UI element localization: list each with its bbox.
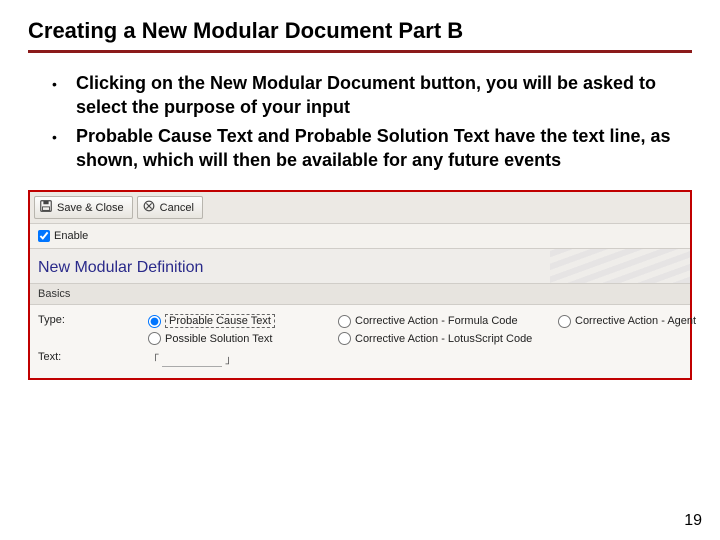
bullet-text: Clicking on the New Modular Document but… <box>76 71 682 120</box>
radio-label: Probable Cause Text <box>165 314 275 328</box>
cancel-label: Cancel <box>160 202 194 214</box>
bullet-item: • Probable Cause Text and Probable Solut… <box>52 124 682 173</box>
enable-row: Enable <box>30 224 690 249</box>
bullet-list: • Clicking on the New Modular Document b… <box>52 71 682 172</box>
radio-input[interactable] <box>338 332 351 345</box>
radio-input[interactable] <box>338 315 351 328</box>
form-area: Type: Probable Cause Text Corrective Act… <box>30 305 690 378</box>
cancel-icon <box>142 199 156 216</box>
text-label: Text: <box>38 351 148 363</box>
type-label: Type: <box>38 314 148 326</box>
radio-empty-cell <box>558 332 720 345</box>
radio-label: Corrective Action - Formula Code <box>355 315 518 327</box>
radio-corrective-agent[interactable]: Corrective Action - Agent <box>558 314 720 328</box>
bullet-text: Probable Cause Text and Probable Solutio… <box>76 124 682 173</box>
radio-input[interactable] <box>148 332 161 345</box>
type-row: Type: Probable Cause Text Corrective Act… <box>38 311 682 348</box>
radio-corrective-lotus[interactable]: Corrective Action - LotusScript Code <box>338 332 558 345</box>
slide-title: Creating a New Modular Document Part B <box>28 18 692 44</box>
section-header: New Modular Definition <box>30 249 690 284</box>
bullet-marker: • <box>52 71 76 120</box>
radio-label: Corrective Action - LotusScript Code <box>355 333 532 345</box>
text-field-wrap: 「 」 <box>148 351 236 367</box>
screenshot-panel: Save & Close Cancel Enable New Modular D… <box>28 190 692 380</box>
radio-input[interactable] <box>148 315 161 328</box>
save-close-label: Save & Close <box>57 202 124 214</box>
bullet-item: • Clicking on the New Modular Document b… <box>52 71 682 120</box>
enable-checkbox[interactable] <box>38 230 50 242</box>
radio-possible-solution[interactable]: Possible Solution Text <box>148 332 338 345</box>
text-row: Text: 「 」 <box>38 348 682 370</box>
radio-probable-cause[interactable]: Probable Cause Text <box>148 314 338 328</box>
enable-label: Enable <box>54 230 88 242</box>
toolbar: Save & Close Cancel <box>30 192 690 224</box>
field-bracket: 「 <box>148 354 159 366</box>
radio-input[interactable] <box>558 315 571 328</box>
page-number: 19 <box>684 512 702 530</box>
text-input[interactable] <box>162 354 222 367</box>
radio-label: Possible Solution Text <box>165 333 272 345</box>
type-radio-group: Probable Cause Text Corrective Action - … <box>148 314 720 345</box>
field-bracket: 」 <box>225 354 236 366</box>
save-close-button[interactable]: Save & Close <box>34 196 133 219</box>
radio-corrective-formula[interactable]: Corrective Action - Formula Code <box>338 314 558 328</box>
bullet-marker: • <box>52 124 76 173</box>
save-icon <box>39 199 53 216</box>
cancel-button[interactable]: Cancel <box>137 196 203 219</box>
basics-header: Basics <box>30 284 690 305</box>
title-rule <box>28 50 692 53</box>
radio-label: Corrective Action - Agent <box>575 315 696 327</box>
